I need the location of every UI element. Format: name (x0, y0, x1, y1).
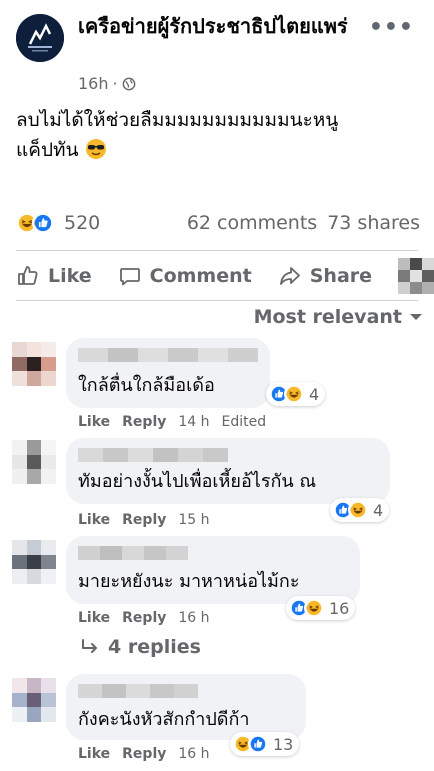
comment-reactions[interactable]: 4 (266, 382, 326, 406)
comment-time[interactable]: 16 h (178, 610, 209, 626)
reaction-icons[interactable] (16, 212, 54, 234)
commenter-name-blurred[interactable] (78, 346, 258, 364)
commenter-avatar[interactable] (12, 342, 56, 386)
post-meta: 16h · (78, 74, 136, 93)
caret-down-icon (410, 314, 422, 320)
commenter-name-blurred[interactable] (78, 682, 198, 700)
divider (16, 300, 418, 301)
comment-bubble: ทัมอย่างงั้นไปเพื่อเหี้ยอ้ไรกัน ณ (66, 438, 390, 504)
comment-bubble: มายะหยังนะ มาหาหน่อไม้กะ (66, 536, 360, 604)
post-text-line-2: แค็ปทัน (16, 135, 416, 165)
reaction-stats: 520 62 comments 73 shares (16, 206, 420, 240)
share-label: Share (309, 265, 373, 287)
haha-icon (348, 500, 368, 520)
comment-actions: Like Reply 16 h (78, 610, 210, 626)
comment-edited[interactable]: Edited (222, 414, 267, 430)
post-action-bar: Like Comment Share (16, 254, 434, 298)
share-button[interactable]: Share (278, 264, 372, 288)
haha-icon (304, 598, 324, 618)
user-avatar[interactable] (398, 258, 434, 294)
comment-time[interactable]: 15 h (178, 512, 209, 528)
comment-actions: Like Reply 14 h Edited (78, 414, 266, 430)
comment-reply-button[interactable]: Reply (122, 512, 166, 528)
commenter-avatar[interactable] (12, 440, 56, 484)
comment-text: ทัมอย่างงั้นไปเพื่อเหี้ยอ้ไรกัน ณ (78, 471, 317, 492)
comment-reactions[interactable]: 4 (330, 498, 390, 522)
comment-text: มายะหยังนะ มาหาหน่อไม้กะ (78, 571, 300, 592)
globe-icon (122, 77, 135, 90)
comment-text: กังคะนังหัวสักกำปดีก้า (78, 709, 250, 730)
engagement-counts: 62 comments 73 shares (187, 212, 420, 234)
replies-count-label: 4 replies (108, 636, 201, 658)
comment-reply-button[interactable]: Reply (122, 414, 166, 430)
comment-label: Comment (149, 265, 252, 287)
comment-reply-button[interactable]: Reply (122, 746, 166, 762)
sunglasses-emoji-icon (85, 139, 106, 159)
commenter-name-blurred[interactable] (78, 446, 228, 464)
post-text: ลบไม่ได้ให้ช่วยลืมมมมมมมมมมมนะหนู แค็ปทั… (16, 105, 416, 165)
thumbs-up-icon (18, 266, 38, 285)
comments-count[interactable]: 62 comments (187, 212, 317, 234)
comment-like-button[interactable]: Like (78, 746, 110, 762)
haha-icon (284, 384, 304, 404)
divider (16, 250, 418, 251)
like-icon (248, 734, 268, 754)
comment-like-button[interactable]: Like (78, 512, 110, 528)
reaction-count[interactable]: 520 (64, 212, 100, 234)
shares-count[interactable]: 73 shares (327, 212, 420, 234)
post-text-line-2-text: แค็ปทัน (16, 139, 79, 161)
comment-bubble-icon (119, 268, 140, 286)
comment-time[interactable]: 14 h (178, 414, 209, 430)
like-button[interactable]: Like (16, 264, 92, 288)
reply-arrow-icon (82, 639, 97, 653)
commenter-name-blurred[interactable] (78, 544, 188, 562)
comment-time[interactable]: 16 h (178, 746, 209, 762)
post-time[interactable]: 16h (78, 74, 109, 93)
share-arrow-icon (279, 267, 300, 285)
comment-reaction-count: 4 (309, 384, 320, 404)
comment-reaction-count: 4 (373, 500, 384, 520)
comment-like-button[interactable]: Like (78, 414, 110, 430)
comment-button[interactable]: Comment (118, 264, 252, 288)
like-icon (32, 212, 54, 234)
comment-sort-dropdown[interactable]: Most relevant (254, 306, 422, 328)
comment-reply-button[interactable]: Reply (122, 610, 166, 626)
meta-separator: · (112, 74, 118, 93)
comment-reaction-count: 16 (329, 598, 350, 618)
page-avatar[interactable] (16, 14, 64, 62)
page-name[interactable]: เครือข่ายผู้รักประชาธิปไตยแพร่ (78, 12, 378, 40)
comment-actions: Like Reply 15 h (78, 512, 210, 528)
sort-label: Most relevant (253, 306, 402, 328)
comment-bubble: กังคะนังหัวสักกำปดีก้า (66, 674, 306, 740)
post-header: เครือข่ายผู้รักประชาธิปไตยแพร่ 16h · ••• (16, 12, 426, 98)
like-label: Like (48, 265, 92, 287)
page-logo-icon (16, 14, 64, 62)
commenter-avatar[interactable] (12, 540, 56, 584)
more-options-icon[interactable]: ••• (369, 17, 414, 39)
post-text-line-1: ลบไม่ได้ให้ช่วยลืมมมมมมมมมมมนะหนู (16, 109, 339, 131)
commenter-avatar[interactable] (12, 678, 56, 722)
comment-reactions[interactable]: 16 (286, 596, 356, 620)
comment-bubble: ใกล้ตื่นใกล้มือเด้อ (66, 338, 270, 408)
comment-text: ใกล้ตื่นใกล้มือเด้อ (78, 375, 215, 396)
comment-actions: Like Reply 16 h (78, 746, 210, 762)
comment-reactions[interactable]: 13 (230, 732, 300, 756)
comment-like-button[interactable]: Like (78, 610, 110, 626)
comment-reaction-count: 13 (273, 734, 294, 754)
view-replies-link[interactable]: 4 replies (80, 636, 201, 658)
